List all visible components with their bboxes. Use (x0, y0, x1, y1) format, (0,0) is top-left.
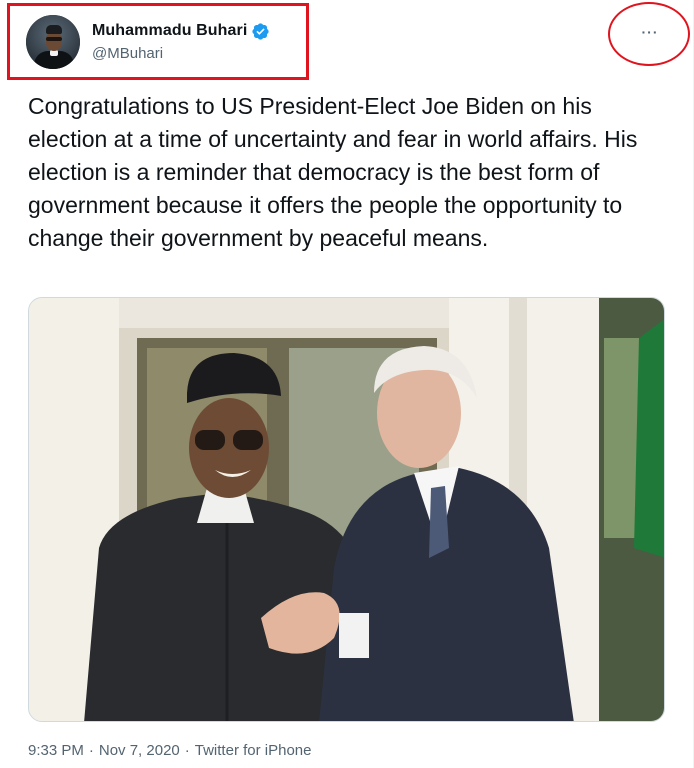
tweet-photo[interactable] (28, 297, 665, 722)
tweet-time[interactable]: 9:33 PM (28, 742, 84, 759)
name-row: Muhammadu Buhari (92, 22, 270, 41)
meta-separator: · (184, 742, 190, 759)
more-options-area: ··· (606, 0, 694, 68)
author-names: Muhammadu Buhari @MBuhari (92, 22, 270, 62)
user-handle[interactable]: @MBuhari (92, 45, 270, 62)
tweet-date[interactable]: Nov 7, 2020 (99, 742, 180, 759)
photo-illustration (29, 298, 664, 721)
avatar[interactable] (26, 14, 80, 69)
tweet-text: Congratulations to US President-Elect Jo… (28, 93, 638, 251)
meta-separator: · (88, 742, 94, 759)
tweet-card: Muhammadu Buhari @MBuhari ··· Congratula… (0, 0, 694, 768)
tweet-meta: 9:33 PM · Nov 7, 2020 · Twitter for iPho… (28, 742, 311, 759)
verified-badge-icon (251, 22, 270, 41)
more-options-icon[interactable]: ··· (638, 22, 662, 42)
tweet-source: Twitter for iPhone (194, 742, 312, 759)
tweet-author[interactable]: Muhammadu Buhari @MBuhari (10, 5, 308, 78)
display-name[interactable]: Muhammadu Buhari (92, 22, 247, 40)
